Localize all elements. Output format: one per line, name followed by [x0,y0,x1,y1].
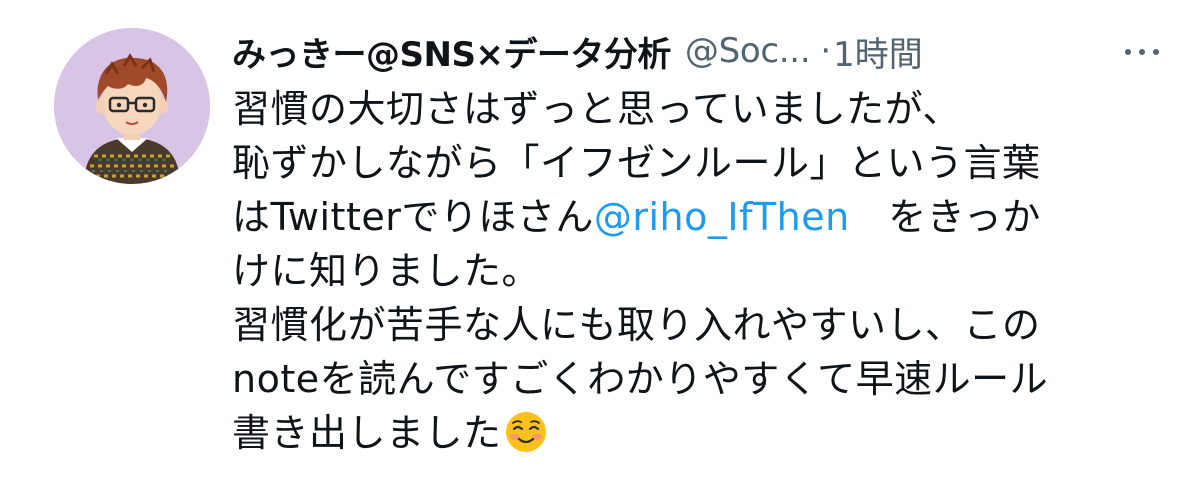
tweet-line: はTwitterでりほさん@riho_IfThen をきっか [232,190,1132,244]
avatar-illustration [54,28,210,184]
tweet-line: 習慣の大切さはずっと思っていましたが、 [232,87,961,131]
tweet-text: 習慣の大切さはずっと思っていましたが、 恥ずかしながら「イフゼンルール」という言… [232,82,1132,460]
tweet-timestamp[interactable]: 1時間 [833,27,923,76]
tweet-line: けに知りました。 [232,249,541,293]
more-horizontal-icon [1121,49,1163,55]
meta-separator: · [820,31,832,71]
tweet-line: 恥ずかしながら「イフゼンルール」という言葉 [232,141,1041,185]
tweet-text-segment: をきっか [849,195,1041,239]
tweet-text-segment: はTwitterでりほさん [232,195,594,239]
tweet-line: 習慣化が苦手な人にも取り入れやすいし、この [232,303,1041,347]
user-avatar[interactable] [54,28,210,184]
display-name[interactable]: みっきー@SNS×データ分析 [232,27,671,76]
tweet-text-segment: 書き出しました [232,411,502,455]
user-handle[interactable]: @Soc... [685,31,811,71]
tweet-line: noteを読んですごくわかりやすくて早速ルール [232,357,1049,401]
tweet-header: みっきー@SNS×データ分析 @Soc... · 1時間 [232,24,1172,78]
more-options-button[interactable] [1112,34,1172,70]
tweet-line: 書き出しました [232,406,1132,460]
mention-link[interactable]: @riho_IfThen [594,195,850,239]
tweet-card[interactable]: みっきー@SNS×データ分析 @Soc... · 1時間 習慣の大切さはずっと思… [0,0,1200,502]
smiling-face-emoji-icon [504,410,548,454]
